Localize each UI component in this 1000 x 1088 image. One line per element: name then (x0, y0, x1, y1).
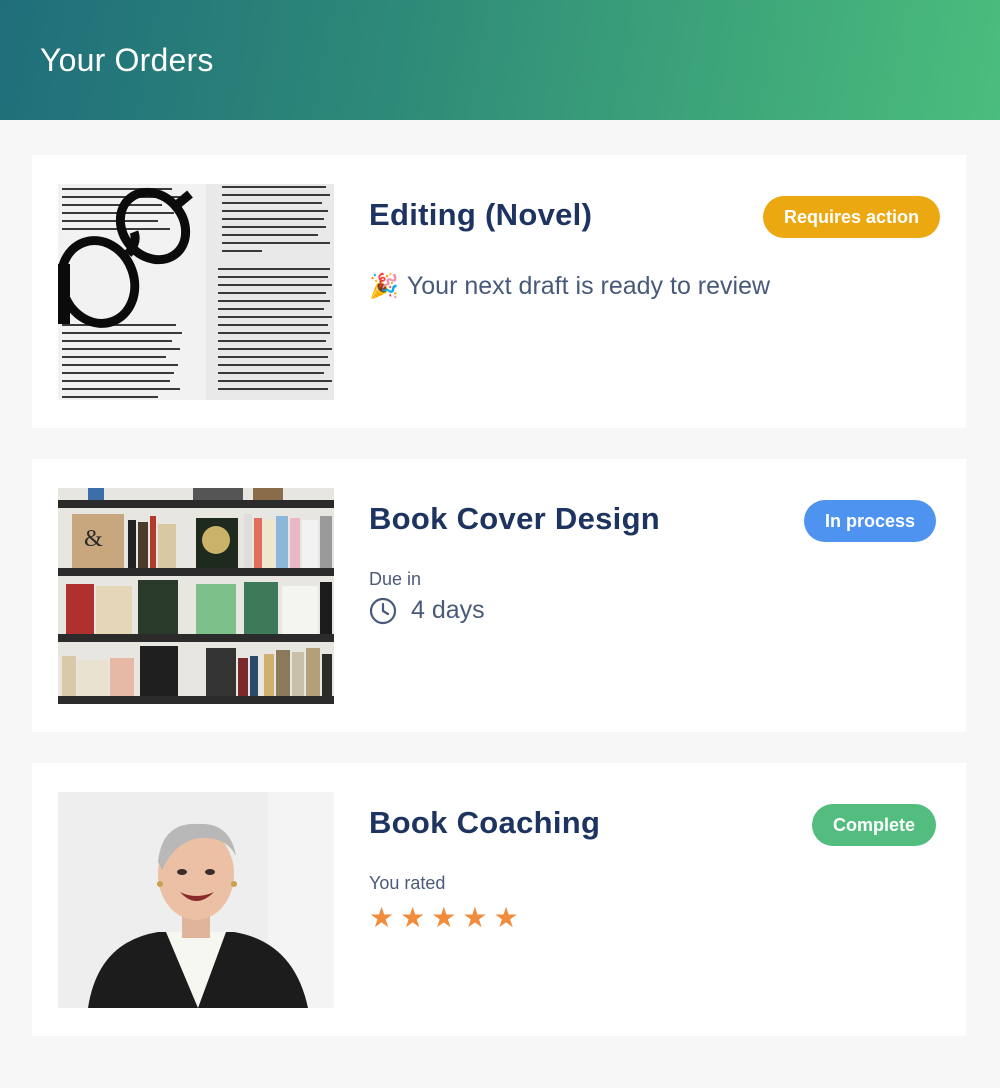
orders-list: Editing (Novel) Requires action 🎉 Your n… (0, 120, 1000, 1036)
star-icon: ★ (462, 902, 488, 933)
star-icon: ★ (431, 902, 457, 933)
order-note-text: Your next draft is ready to review (406, 272, 771, 300)
order-card-cover-design[interactable]: & Book Cover Design In process Due in 4 … (32, 459, 966, 732)
page-header: Your Orders (0, 0, 1000, 120)
status-badge: Complete (811, 804, 936, 846)
order-card-editing[interactable]: Editing (Novel) Requires action 🎉 Your n… (32, 155, 966, 428)
party-popper-icon: 🎉 (369, 273, 399, 300)
order-thumbnail-portrait (58, 792, 334, 1008)
rating-label: You rated (369, 873, 446, 893)
star-rating: ★ ★ ★ ★ ★ (369, 902, 940, 934)
order-card-coaching[interactable]: Book Coaching Complete You rated ★ ★ ★ ★ ★ (32, 763, 966, 1036)
order-content: Book Cover Design In process Due in 4 da… (369, 499, 940, 625)
order-content: Book Coaching Complete You rated ★ ★ ★ ★ ★ (369, 803, 940, 934)
order-content: Editing (Novel) Requires action 🎉 Your n… (369, 195, 940, 301)
order-thumbnail-bookshelf: & (58, 488, 334, 704)
star-icon: ★ (400, 902, 426, 933)
status-badge: In process (803, 500, 936, 542)
due-row: 4 days (369, 596, 940, 625)
star-icon: ★ (493, 902, 519, 933)
page-title: Your Orders (40, 41, 214, 78)
status-badge: Requires action (762, 196, 940, 238)
order-thumbnail-book-pages (58, 184, 334, 400)
clock-icon (369, 597, 397, 624)
star-icon: ★ (369, 902, 395, 933)
svg-text:&: & (84, 526, 103, 552)
due-value: 4 days (411, 596, 485, 624)
due-label: Due in (369, 569, 422, 589)
order-note: 🎉 Your next draft is ready to review (369, 272, 940, 301)
